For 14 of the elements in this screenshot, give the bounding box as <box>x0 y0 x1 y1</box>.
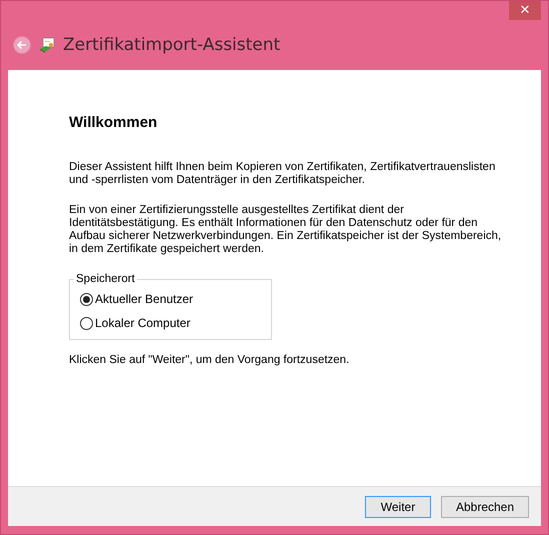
radio-label[interactable]: Lokaler Computer <box>95 316 190 330</box>
dialog-button[interactable]: Weiter <box>365 496 431 518</box>
radio-button[interactable] <box>80 316 93 330</box>
description-text: Dieser Assistent hilft Ihnen beim Kopieren von Zertifikaten, Zertifikatvertrauenslisten und -sperrlisten vom Datenträger in den Zertifikatspeicher. <box>69 161 496 187</box>
description-text: Ein von einer Zertifizierungsstelle ausgestelltes Zertifikat dient der Identitätsbestätigung. Es enthält Informationen für den Datenschutz oder für den Aufbau sicherer Netzwerkverbindungen. Ein Zertifikatspeicher ist der Systembereich, in dem Zertifikate gespeichert werden. <box>69 204 502 256</box>
window-title: Zertifikatimport-Assistent <box>63 35 280 55</box>
page-heading: Willkommen <box>69 114 158 131</box>
radio-button[interactable] <box>80 292 93 306</box>
group-label: Speicherort <box>75 273 136 285</box>
dialog-button[interactable]: Abbrechen <box>441 496 529 518</box>
close-button[interactable]: ✕ <box>509 1 541 20</box>
radio-label[interactable]: Aktueller Benutzer <box>95 292 194 306</box>
certificate-icon <box>39 37 55 53</box>
instruction-text: Klicken Sie auf "Weiter", um den Vorgang fortzusetzen. <box>69 354 350 367</box>
